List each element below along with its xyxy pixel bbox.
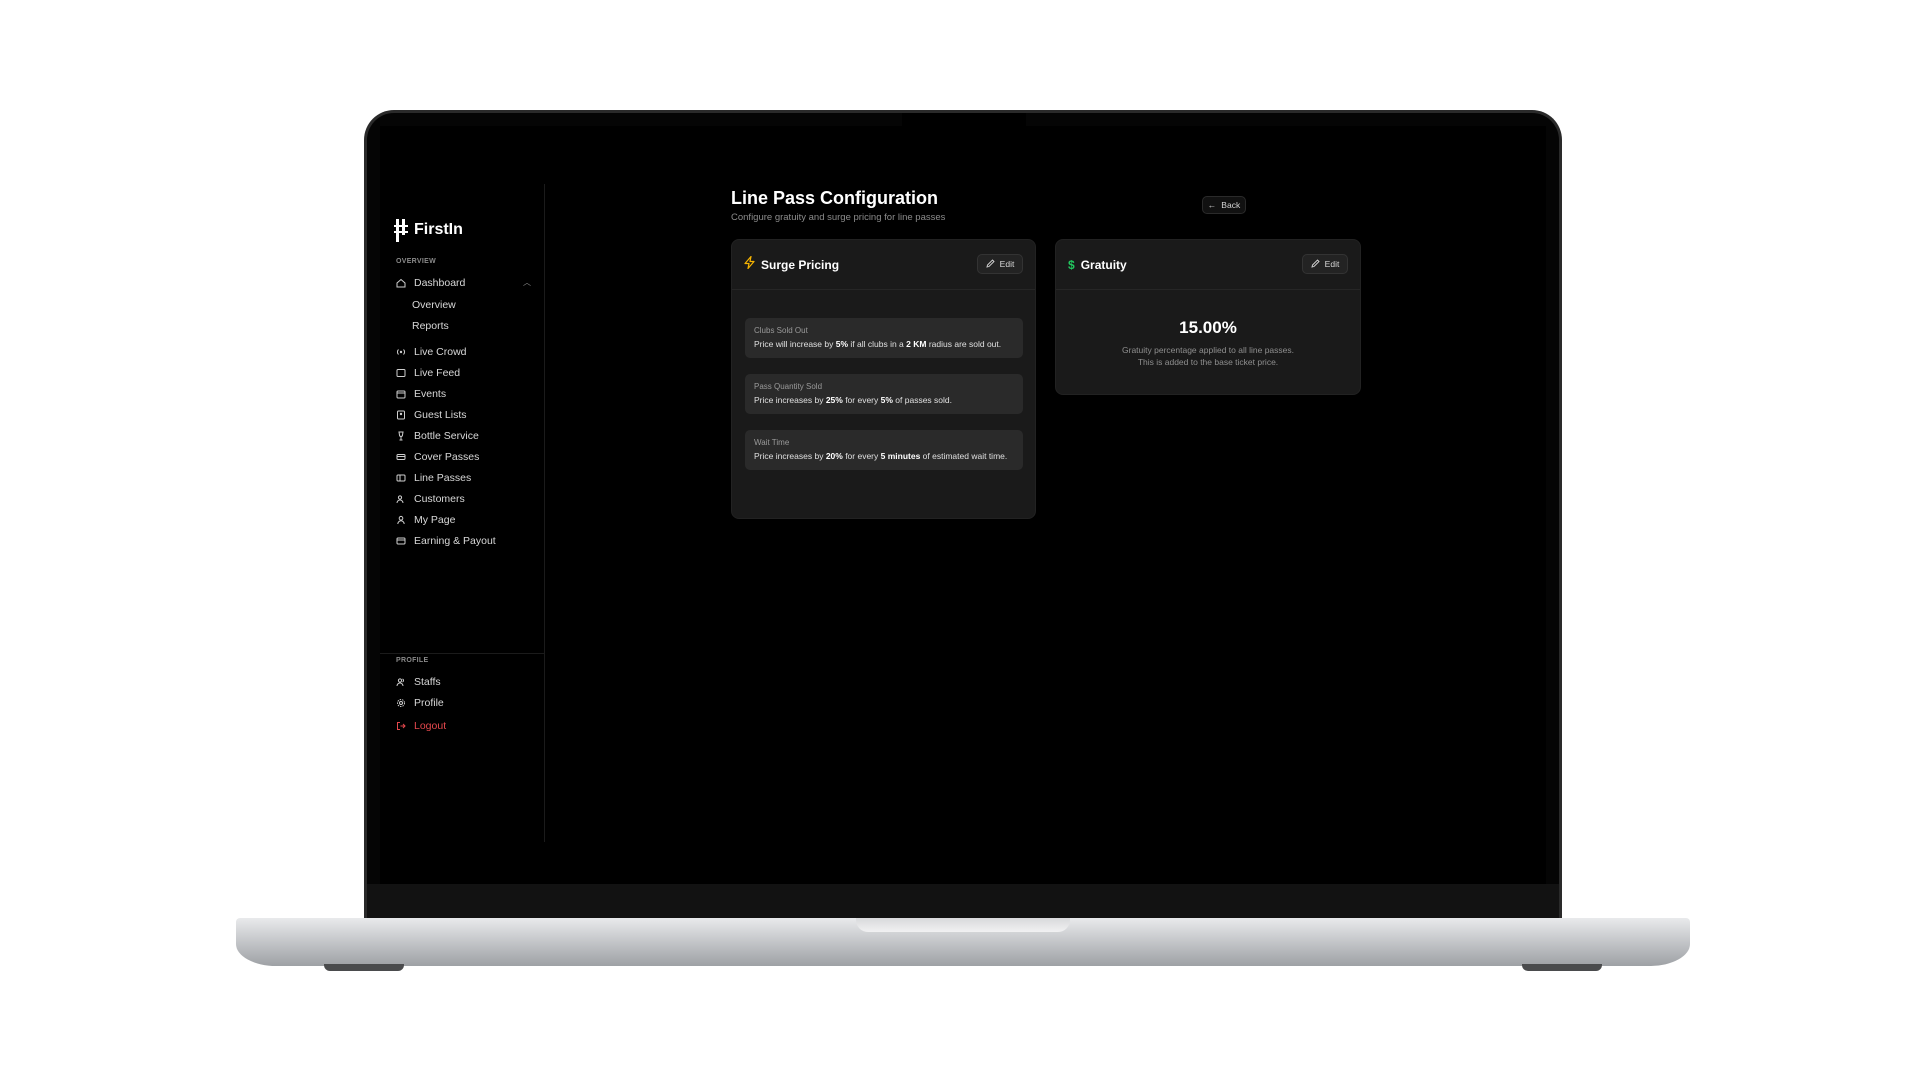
sidebar-item-profile[interactable]: Profile [396,694,531,712]
laptop-chin [367,884,1559,920]
arrow-left-icon: ← [1207,200,1217,210]
surge-pricing-title: Surge Pricing [761,257,840,272]
gratuity-description: Gratuity percentage applied to all line … [1122,345,1294,367]
sidebar-item-staffs[interactable]: Staffs [396,673,531,691]
edit-label: Edit [1324,259,1340,269]
gratuity-header: $ Gratuity Edit [1056,240,1360,290]
sidebar-item-dashboard[interactable]: Dashboard ︿ [396,274,531,292]
sidebar-item-events[interactable]: Events [396,385,531,403]
surge-pricing-header: Surge Pricing Edit [732,240,1035,290]
rule-title: Clubs Sold Out [754,326,808,335]
sidebar-item-live-feed[interactable]: Live Feed [396,364,531,382]
rule-description: Price will increase by 5% if all clubs i… [754,339,1002,349]
back-label: Back [1221,200,1241,210]
sidebar-item-label: Bottle Service [414,430,479,442]
laptop-foot-right [1522,964,1602,971]
sidebar-item-label: Customers [414,493,465,505]
sidebar-item-label: Line Passes [414,472,472,484]
calendar-icon [396,389,406,399]
surge-edit-button[interactable]: Edit [977,254,1023,274]
wine-glass-icon [396,431,406,441]
sidebar-item-label: Earning & Payout [414,535,496,547]
gratuity-title: Gratuity [1080,257,1127,272]
sidebar-subitem-overview[interactable]: Overview [412,299,456,311]
page-subtitle: Configure gratuity and surge pricing for… [731,212,946,223]
section-label-profile: PROFILE [396,657,429,664]
gratuity-card: $ Gratuity Edit 15.00% Gratuity percenta… [1055,239,1361,395]
sidebar-item-label: My Page [414,514,456,526]
rule-title: Wait Time [754,438,790,447]
rule-description: Price increases by 20% for every 5 minut… [754,451,1008,461]
dollar-icon: $ [1068,257,1075,272]
sidebar-item-label: Events [414,388,447,400]
brand-name: FirstIn [414,221,463,238]
laptop-groove [856,918,1070,932]
sidebar-item-label: Live Crowd [414,346,467,358]
sidebar: FirstIn OVERVIEW Dashboard ︿ Overview Re… [380,184,545,842]
lightning-bolt-icon [744,255,755,274]
sidebar-item-customers[interactable]: Customers [396,490,531,508]
sidebar-item-live-crowd[interactable]: Live Crowd [396,343,531,361]
pencil-icon [986,258,995,270]
feed-icon [396,368,406,378]
logout-button[interactable]: Logout [396,717,531,735]
staff-icon [396,677,406,687]
broadcast-icon [396,347,406,357]
sidebar-item-my-page[interactable]: My Page [396,511,531,529]
sidebar-item-label: Staffs [414,676,441,688]
rule-clubs-sold-out: Clubs Sold Out Price will increase by 5%… [745,318,1023,358]
section-label-overview: OVERVIEW [396,258,437,265]
sidebar-item-label: Dashboard [414,277,466,289]
back-button[interactable]: ← Back [1202,196,1246,214]
pass-icon [396,473,406,483]
sidebar-item-label: Guest Lists [414,409,467,421]
brand[interactable]: FirstIn [394,218,463,242]
sidebar-item-label: Profile [414,697,444,709]
card-icon [396,536,406,546]
edit-label: Edit [999,259,1015,269]
ticket-icon [396,452,406,462]
stage: FirstIn OVERVIEW Dashboard ︿ Overview Re… [0,0,1920,1080]
rule-description: Price increases by 25% for every 5% of p… [754,395,952,405]
sidebar-item-line-passes[interactable]: Line Passes [396,469,531,487]
surge-pricing-card: Surge Pricing Edit Clubs Sold Out Price … [731,239,1036,519]
brand-logo-icon [394,218,408,242]
home-icon [396,278,406,288]
logout-label: Logout [414,720,447,732]
app-screen: FirstIn OVERVIEW Dashboard ︿ Overview Re… [380,126,1546,884]
gear-icon [396,698,406,708]
logout-icon [396,721,406,731]
rule-title: Pass Quantity Sold [754,382,823,391]
sidebar-subitem-reports[interactable]: Reports [412,320,449,332]
sidebar-item-bottle-service[interactable]: Bottle Service [396,427,531,445]
page-title: Line Pass Configuration [731,188,939,208]
gratuity-edit-button[interactable]: Edit [1302,254,1348,274]
sidebar-item-earning-payout[interactable]: Earning & Payout [396,532,531,550]
sidebar-item-label: Live Feed [414,367,461,379]
rule-wait-time: Wait Time Price increases by 20% for eve… [745,430,1023,470]
users-icon [396,494,406,504]
pencil-icon [1311,258,1320,270]
guest-list-icon [396,410,406,420]
chevron-up-icon[interactable]: ︿ [523,277,531,288]
sidebar-item-label: Cover Passes [414,451,480,463]
sidebar-item-cover-passes[interactable]: Cover Passes [396,448,531,466]
gratuity-value: 15.00% [1179,318,1237,337]
laptop-foot-left [324,964,404,971]
sidebar-divider [380,653,545,654]
user-icon [396,515,406,525]
sidebar-item-guest-lists[interactable]: Guest Lists [396,406,531,424]
rule-pass-quantity-sold: Pass Quantity Sold Price increases by 25… [745,374,1023,414]
